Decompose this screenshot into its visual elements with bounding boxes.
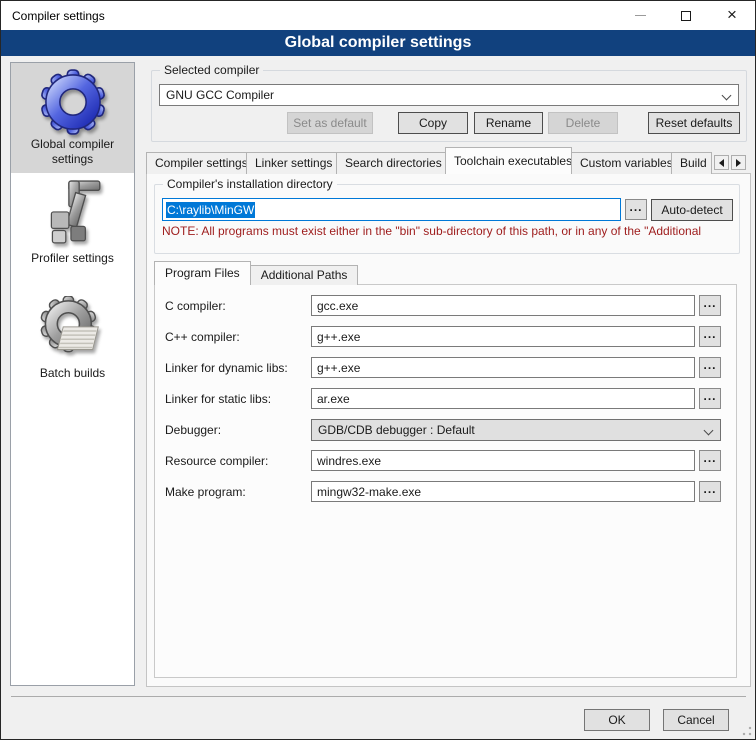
minimize-button — [617, 1, 663, 30]
copy-button[interactable]: Copy — [398, 112, 468, 134]
tab-linker-settings[interactable]: Linker settings — [246, 152, 337, 174]
field-label: C compiler: — [165, 299, 311, 313]
make-program-input[interactable] — [312, 482, 694, 501]
selected-compiler-group: Selected compiler GNU GCC Compiler Set a… — [151, 70, 747, 142]
cpp-compiler-row: C++ compiler: ... — [165, 326, 721, 347]
tab-custom-variables[interactable]: Custom variables — [571, 152, 672, 174]
sidebar-item-label: Global compiler settings — [23, 137, 123, 173]
dynamic-linker-row: Linker for dynamic libs: ... — [165, 357, 721, 378]
dynamic-linker-browse-button[interactable]: ... — [699, 357, 721, 378]
tab-toolchain-executables[interactable]: Toolchain executables — [445, 147, 572, 174]
gray-gear-stack-icon — [40, 296, 106, 364]
group-label: Compiler's installation directory — [163, 177, 337, 191]
program-files-tab-bar: Program Files Additional Paths — [154, 261, 750, 285]
footer-separator — [11, 696, 746, 697]
program-files-page: C compiler: ... C++ compiler: ... Linker… — [154, 284, 737, 678]
installation-directory-row: C:\raylib\MinGW ... Auto-detect — [162, 198, 733, 221]
static-linker-browse-button[interactable]: ... — [699, 388, 721, 409]
close-icon: × — [727, 6, 737, 23]
main-panel: Selected compiler GNU GCC Compiler Set a… — [146, 56, 751, 687]
settings-tab-bar: Compiler settings Linker settings Search… — [146, 147, 751, 174]
rename-button[interactable]: Rename — [474, 112, 543, 134]
window-controls: × — [617, 1, 755, 30]
cancel-button[interactable]: Cancel — [663, 709, 729, 731]
cpp-compiler-input[interactable] — [312, 327, 694, 346]
sidebar-item-global-compiler-settings[interactable]: Global compiler settings — [11, 63, 134, 173]
field-label: Resource compiler: — [165, 454, 311, 468]
blue-gear-icon — [40, 69, 106, 135]
sidebar-item-profiler-settings[interactable]: Profiler settings — [11, 179, 134, 272]
install-dir-input[interactable]: C:\raylib\MinGW — [162, 198, 621, 221]
sidebar-item-batch-builds[interactable]: Batch builds — [11, 296, 134, 387]
settings-category-list: Global compiler settings — [10, 62, 135, 686]
dynamic-linker-input[interactable] — [312, 358, 694, 377]
reset-defaults-button[interactable]: Reset defaults — [648, 112, 740, 134]
installation-directory-group: Compiler's installation directory C:\ray… — [154, 184, 740, 254]
selected-compiler-value: GNU GCC Compiler — [166, 88, 274, 102]
tab-additional-paths[interactable]: Additional Paths — [250, 265, 359, 285]
window-title: Compiler settings — [1, 9, 105, 23]
resource-compiler-row: Resource compiler: ... — [165, 450, 721, 471]
c-compiler-browse-button[interactable]: ... — [699, 295, 721, 316]
cpp-compiler-browse-button[interactable]: ... — [699, 326, 721, 347]
tab-scroll-right-button[interactable] — [731, 155, 746, 170]
auto-detect-button[interactable]: Auto-detect — [651, 199, 733, 221]
field-label: Linker for static libs: — [165, 392, 311, 406]
make-program-row: Make program: ... — [165, 481, 721, 502]
dialog-buttons: OK Cancel — [584, 709, 729, 731]
resource-compiler-input[interactable] — [312, 451, 694, 470]
minimize-icon — [635, 15, 646, 16]
debugger-row: Debugger: GDB/CDB debugger : Default — [165, 419, 721, 440]
arrow-right-icon — [736, 159, 741, 167]
field-label: Linker for dynamic libs: — [165, 361, 311, 375]
set-as-default-button: Set as default — [287, 112, 373, 134]
toolchain-executables-page: Compiler's installation directory C:\ray… — [146, 173, 751, 687]
tab-program-files[interactable]: Program Files — [154, 261, 251, 285]
field-label: Make program: — [165, 485, 311, 499]
make-program-browse-button[interactable]: ... — [699, 481, 721, 502]
selected-compiler-dropdown[interactable]: GNU GCC Compiler — [159, 84, 739, 106]
compiler-actions: Set as default Copy Rename Delete Reset … — [159, 112, 740, 134]
install-dir-browse-button[interactable]: ... — [625, 199, 647, 220]
chevron-down-icon — [722, 91, 732, 101]
arrow-left-icon — [719, 159, 724, 167]
maximize-button[interactable] — [663, 1, 709, 30]
group-label: Selected compiler — [160, 63, 263, 77]
tab-search-directories[interactable]: Search directories — [336, 152, 446, 174]
tab-compiler-settings[interactable]: Compiler settings — [146, 152, 247, 174]
bin-subdirectory-note: NOTE: All programs must exist either in … — [162, 224, 735, 238]
sidebar-item-label: Batch builds — [23, 366, 123, 387]
static-linker-input[interactable] — [312, 389, 694, 408]
c-compiler-row: C compiler: ... — [165, 295, 721, 316]
c-compiler-input[interactable] — [312, 296, 694, 315]
resource-compiler-browse-button[interactable]: ... — [699, 450, 721, 471]
maximize-icon — [681, 11, 691, 21]
debugger-value: GDB/CDB debugger : Default — [318, 423, 475, 437]
sidebar-item-label: Profiler settings — [23, 251, 123, 272]
chevron-down-icon — [704, 425, 714, 435]
compiler-settings-dialog: Compiler settings × Global compiler sett… — [0, 0, 756, 740]
field-label: C++ compiler: — [165, 330, 311, 344]
page-title: Global compiler settings — [1, 30, 755, 56]
delete-button: Delete — [548, 112, 618, 134]
tab-scroll-left-button[interactable] — [714, 155, 729, 170]
selected-path-text: C:\raylib\MinGW — [166, 202, 255, 218]
static-linker-row: Linker for static libs: ... — [165, 388, 721, 409]
field-label: Debugger: — [165, 423, 311, 437]
debugger-dropdown[interactable]: GDB/CDB debugger : Default — [311, 419, 721, 441]
tab-build-options[interactable]: Build — [671, 152, 712, 174]
resize-grip[interactable] — [742, 726, 752, 736]
ok-button[interactable]: OK — [584, 709, 650, 731]
close-button[interactable]: × — [709, 1, 755, 30]
caliper-icon — [40, 179, 106, 249]
title-bar[interactable]: Compiler settings × — [1, 1, 755, 30]
